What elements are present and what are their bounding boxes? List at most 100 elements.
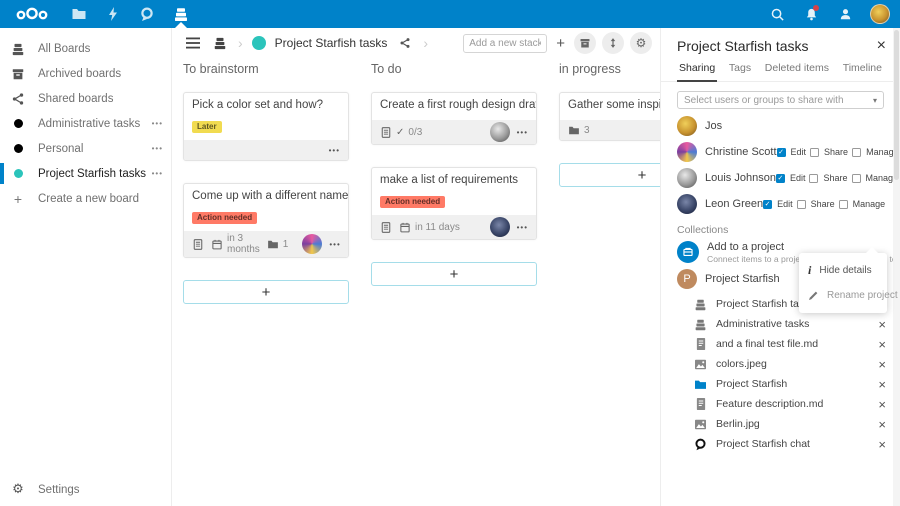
remove-icon[interactable]: × bbox=[878, 318, 886, 331]
card[interactable]: Pick a color set and how? Later ••• bbox=[183, 92, 349, 161]
card[interactable]: Gather some inspirational ma 3 bbox=[559, 92, 660, 141]
list-item[interactable]: and a final test file.md × bbox=[661, 334, 900, 354]
attachments-folder-icon bbox=[267, 239, 279, 250]
sidebar-item-project-starfish-tasks[interactable]: Project Starfish tasks ••• bbox=[0, 161, 171, 186]
create-board-label: Create a new board bbox=[38, 193, 139, 205]
board-settings-gear-button[interactable]: ⚙ bbox=[630, 32, 652, 54]
app-talk[interactable] bbox=[130, 0, 164, 28]
assignee-avatar bbox=[490, 217, 510, 237]
notifications-bell-icon[interactable] bbox=[802, 5, 820, 23]
share-label: Share bbox=[823, 173, 847, 183]
board-actions-menu[interactable]: ••• bbox=[152, 119, 163, 128]
share-user-select[interactable]: Select users or groups to share with ▾ bbox=[677, 91, 884, 109]
tab-deleted-items[interactable]: Deleted items bbox=[763, 60, 831, 81]
add-card-button[interactable]: + bbox=[183, 280, 349, 304]
share-checkbox[interactable] bbox=[797, 200, 806, 209]
manage-label: Manage bbox=[853, 199, 886, 209]
app-activity[interactable] bbox=[96, 0, 130, 28]
archive-toggle-button[interactable] bbox=[574, 32, 596, 54]
add-stack-button[interactable]: + bbox=[553, 35, 568, 52]
checklist-check-icon: ✓ bbox=[396, 127, 404, 138]
breadcrumb-chevron-icon: › bbox=[238, 36, 243, 50]
list-item[interactable]: Feature description.md × bbox=[661, 394, 900, 414]
create-new-board-button[interactable]: + Create a new board bbox=[0, 186, 171, 211]
scrollbar-thumb[interactable] bbox=[894, 30, 899, 180]
breadcrumb-board-title[interactable]: Project Starfish tasks bbox=[275, 36, 388, 50]
board-area: To brainstorm Pick a color set and how? … bbox=[172, 58, 660, 506]
panel-tabs: Sharing Tags Deleted items Timeline bbox=[661, 54, 900, 82]
remove-icon[interactable]: × bbox=[878, 338, 886, 351]
card[interactable]: make a list of requirements Action neede… bbox=[371, 167, 537, 240]
card-actions-menu[interactable]: ••• bbox=[517, 223, 528, 232]
share-checkbox[interactable] bbox=[810, 148, 819, 157]
sidebar-item-all-boards[interactable]: All Boards bbox=[0, 36, 171, 61]
remove-icon[interactable]: × bbox=[878, 398, 886, 411]
project-context-menu: i Hide details Rename project bbox=[799, 253, 887, 313]
tab-tags[interactable]: Tags bbox=[727, 60, 753, 81]
hamburger-menu-icon[interactable] bbox=[184, 34, 202, 52]
menu-item-rename-project[interactable]: Rename project bbox=[799, 283, 887, 308]
card-actions-menu[interactable]: ••• bbox=[329, 146, 340, 155]
remove-icon[interactable]: × bbox=[878, 378, 886, 391]
manage-checkbox[interactable] bbox=[839, 200, 848, 209]
nextcloud-logo[interactable] bbox=[10, 0, 54, 28]
compact-mode-button[interactable] bbox=[602, 32, 624, 54]
card[interactable]: Come up with a different name Action nee… bbox=[183, 183, 349, 258]
search-icon[interactable] bbox=[768, 5, 786, 23]
sidebar-item-archived-boards[interactable]: Archived boards bbox=[0, 61, 171, 86]
card-tags: Action needed bbox=[380, 191, 528, 209]
card[interactable]: Create a first rough design draft ✓ 0/3 bbox=[371, 92, 537, 145]
board-main: › Project Starfish tasks › + bbox=[172, 28, 660, 506]
app-files[interactable] bbox=[62, 0, 96, 28]
item-label: colors.jpeg bbox=[716, 358, 767, 370]
edit-checkbox[interactable]: ✓ bbox=[777, 148, 786, 157]
stack-title: To brainstorm bbox=[183, 62, 349, 78]
all-boards-home-icon[interactable] bbox=[211, 34, 229, 52]
share-checkbox[interactable] bbox=[809, 174, 818, 183]
board-share-icon[interactable] bbox=[396, 34, 414, 52]
user-avatar[interactable] bbox=[870, 4, 890, 24]
calendar-icon bbox=[211, 238, 223, 251]
tab-timeline[interactable]: Timeline bbox=[841, 60, 884, 81]
close-icon[interactable]: × bbox=[877, 38, 886, 54]
card-tags: Action needed bbox=[192, 207, 340, 225]
list-item[interactable]: colors.jpeg × bbox=[661, 354, 900, 374]
sidebar-item-personal[interactable]: Personal ••• bbox=[0, 136, 171, 161]
sidebar-item-administrative-tasks[interactable]: Administrative tasks ••• bbox=[0, 111, 171, 136]
sidebar-item-shared-boards[interactable]: Shared boards bbox=[0, 86, 171, 111]
board-actions-menu[interactable]: ••• bbox=[152, 144, 163, 153]
menu-item-label: Rename project bbox=[827, 290, 898, 301]
add-card-button[interactable]: + bbox=[371, 262, 537, 286]
manage-checkbox[interactable] bbox=[852, 148, 861, 157]
topbar bbox=[0, 0, 900, 28]
add-stack-input[interactable] bbox=[463, 34, 547, 53]
board-actions-menu[interactable]: ••• bbox=[152, 169, 163, 178]
settings-button[interactable]: ⚙ Settings bbox=[0, 477, 171, 502]
tab-sharing[interactable]: Sharing bbox=[677, 60, 717, 82]
card-actions-menu[interactable]: ••• bbox=[517, 128, 528, 137]
contacts-icon[interactable] bbox=[836, 5, 854, 23]
attachments-count: 3 bbox=[584, 125, 590, 136]
list-item[interactable]: Berlin.jpg × bbox=[661, 414, 900, 434]
left-sidebar: All Boards Archived boards bbox=[0, 28, 172, 506]
card-actions-menu[interactable]: ••• bbox=[329, 240, 340, 249]
list-item[interactable]: Administrative tasks × bbox=[661, 314, 900, 334]
list-item[interactable]: Project Starfish chat × bbox=[661, 434, 900, 454]
remove-icon[interactable]: × bbox=[878, 358, 886, 371]
edit-checkbox[interactable]: ✓ bbox=[776, 174, 785, 183]
app-deck[interactable] bbox=[164, 0, 198, 28]
calendar-icon bbox=[399, 221, 411, 234]
talk-icon bbox=[693, 437, 708, 452]
deck-boards-icon bbox=[10, 41, 26, 57]
list-item[interactable]: Project Starfish × bbox=[661, 374, 900, 394]
scrollbar[interactable] bbox=[893, 28, 900, 506]
share-label: Share bbox=[824, 147, 848, 157]
sidebar-item-label: Personal bbox=[38, 143, 83, 155]
remove-icon[interactable]: × bbox=[878, 438, 886, 451]
share-row: Christine Scott ✓ Edit Share Manage bbox=[661, 139, 900, 165]
manage-checkbox[interactable] bbox=[852, 174, 861, 183]
menu-item-hide-details[interactable]: i Hide details bbox=[799, 258, 887, 283]
remove-icon[interactable]: × bbox=[878, 418, 886, 431]
edit-checkbox[interactable]: ✓ bbox=[763, 200, 772, 209]
add-card-button[interactable]: + bbox=[559, 163, 660, 187]
